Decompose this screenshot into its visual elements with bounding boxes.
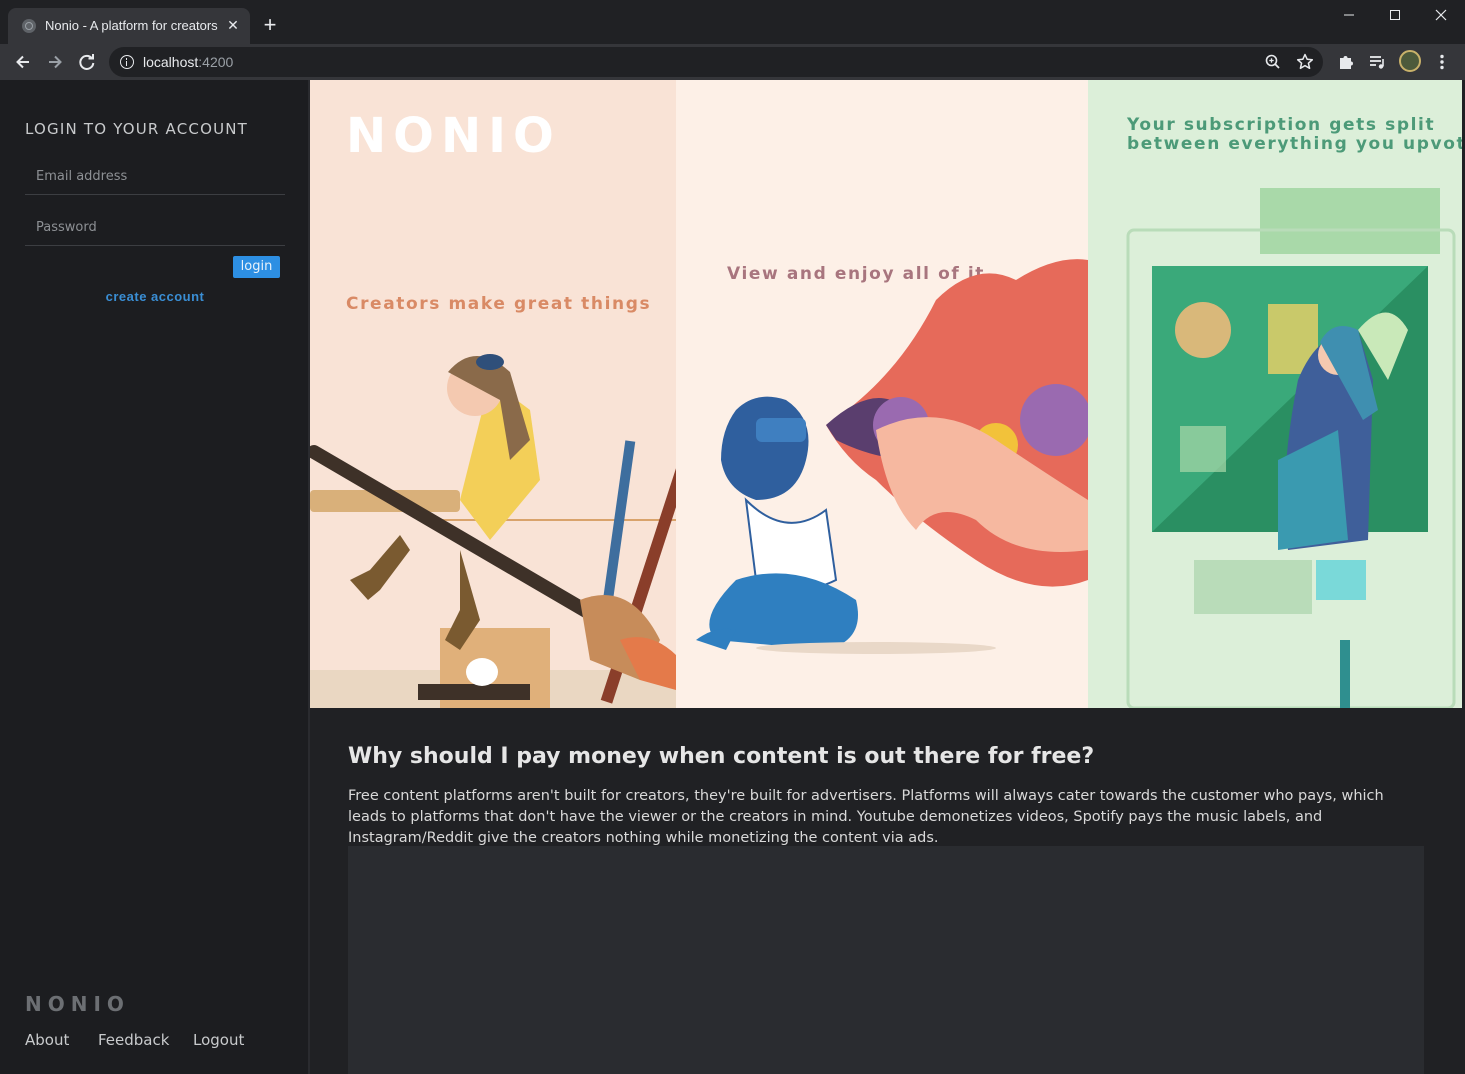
new-tab-button[interactable]: + <box>259 14 281 36</box>
login-heading: LOGIN TO YOUR ACCOUNT <box>25 120 249 138</box>
logout-link[interactable]: Logout <box>193 1031 244 1049</box>
globe-icon <box>22 19 36 33</box>
media-control-icon[interactable] <box>1367 52 1387 72</box>
password-field[interactable] <box>25 210 285 246</box>
close-window-button[interactable] <box>1418 2 1464 30</box>
zoom-icon[interactable] <box>1263 52 1283 72</box>
reload-icon[interactable] <box>74 49 100 75</box>
hero-panel-subscription: Your subscription gets split between eve… <box>1088 80 1462 708</box>
address-bar[interactable]: localhost:4200 <box>109 47 1323 77</box>
close-tab-icon[interactable]: ✕ <box>224 16 242 34</box>
hero-panel-creators: NONIO Creators make great things <box>310 80 676 708</box>
minimize-window-button[interactable] <box>1326 2 1372 30</box>
browser-tab-strip: Nonio - A platform for creators ✕ + <box>0 0 1465 44</box>
feedback-link[interactable]: Feedback <box>98 1031 169 1049</box>
hero-panel-viewers: View and enjoy all of it <box>676 80 1088 708</box>
creator-illustration <box>310 354 676 708</box>
content-panel <box>348 846 1424 1074</box>
tab-title: Nonio - A platform for creators <box>45 18 218 33</box>
browser-tab[interactable]: Nonio - A platform for creators ✕ <box>8 8 250 44</box>
maximize-window-button[interactable] <box>1372 2 1418 30</box>
hero-banner: NONIO Creators make great things View an… <box>310 80 1462 708</box>
sidebar-logo: NONIO <box>25 992 130 1016</box>
sidebar: LOGIN TO YOUR ACCOUNT login create accou… <box>0 80 310 1074</box>
url-text: localhost:4200 <box>143 54 234 70</box>
star-icon[interactable] <box>1295 52 1315 72</box>
back-icon[interactable] <box>10 49 36 75</box>
about-link[interactable]: About <box>25 1031 69 1049</box>
login-button[interactable]: login <box>233 256 280 278</box>
faq-title: Why should I pay money when content is o… <box>348 744 1095 769</box>
subscription-illustration <box>1126 188 1456 708</box>
email-field[interactable] <box>25 159 285 195</box>
browser-toolbar: localhost:4200 <box>0 44 1465 80</box>
viewer-illustration <box>696 259 1088 654</box>
forward-icon[interactable] <box>42 49 68 75</box>
kebab-menu-icon[interactable] <box>1432 52 1452 72</box>
profile-avatar[interactable] <box>1399 50 1421 72</box>
faq-body: Free content platforms aren't built for … <box>348 788 1384 846</box>
site-info-icon[interactable] <box>120 55 134 69</box>
create-account-link[interactable]: create account <box>0 289 310 304</box>
puzzle-icon[interactable] <box>1336 52 1356 72</box>
